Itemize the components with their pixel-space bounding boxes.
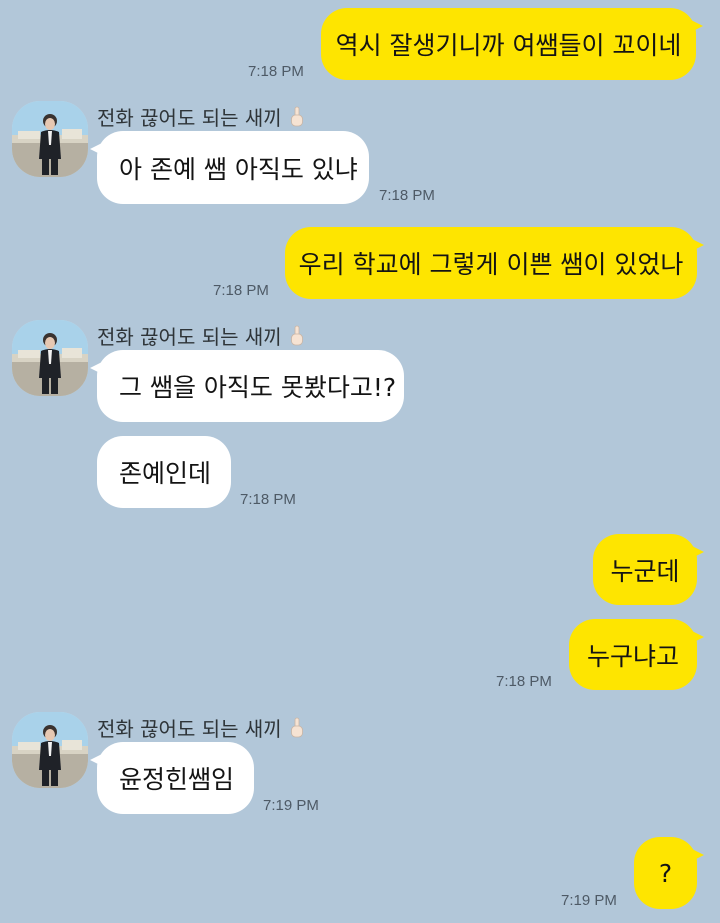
- contact-name-text: 전화 끊어도 되는 새끼: [97, 325, 282, 349]
- message-timestamp: 7:19 PM: [561, 892, 617, 909]
- contact-name-text: 전화 끊어도 되는 새끼: [97, 106, 282, 130]
- message-text: ?: [658, 858, 673, 888]
- message-bubble-sent[interactable]: 누군데: [593, 534, 704, 605]
- message-timestamp: 7:18 PM: [496, 673, 552, 690]
- contact-avatar[interactable]: [12, 101, 88, 177]
- contact-name: 전화 끊어도 되는 새끼: [97, 321, 304, 350]
- message-timestamp: 7:18 PM: [240, 491, 296, 508]
- message-timestamp: 7:18 PM: [379, 187, 435, 204]
- message-bubble-received[interactable]: 윤정힌쌤임: [90, 742, 254, 814]
- message-bubble-sent[interactable]: ?: [634, 837, 704, 909]
- message-text: 누구냐고: [586, 641, 679, 671]
- message-bubble-sent[interactable]: 우리 학교에 그렇게 이쁜 쌤이 있었나: [285, 227, 704, 299]
- message-timestamp: 7:19 PM: [263, 797, 319, 814]
- message-bubble-sent[interactable]: 누구냐고: [569, 619, 704, 690]
- message-timestamp: 7:18 PM: [213, 282, 269, 299]
- message-text: 존예인데: [119, 459, 212, 488]
- contact-name-text: 전화 끊어도 되는 새끼: [97, 717, 282, 741]
- contact-avatar[interactable]: [12, 320, 88, 396]
- middle-finger-icon: [290, 106, 304, 128]
- message-bubble-received[interactable]: 그 쌤을 아직도 못봤다고!?: [90, 350, 404, 422]
- contact-name: 전화 끊어도 되는 새끼: [97, 713, 304, 742]
- message-text: 그 쌤을 아직도 못봤다고!?: [119, 373, 397, 402]
- middle-finger-icon: [290, 325, 304, 347]
- message-text: 윤정힌쌤임: [119, 765, 235, 794]
- message-text: 역시 잘생기니까 여쌤들이 꼬이네: [335, 31, 682, 60]
- message-bubble-received[interactable]: 아 존예 쌤 아직도 있냐: [90, 131, 369, 204]
- message-bubble-sent[interactable]: 역시 잘생기니까 여쌤들이 꼬이네: [321, 8, 703, 80]
- message-timestamp: 7:18 PM: [248, 63, 304, 80]
- contact-avatar[interactable]: [12, 712, 88, 788]
- middle-finger-icon: [290, 717, 304, 739]
- message-bubble-received[interactable]: 존예인데: [97, 436, 231, 508]
- contact-name: 전화 끊어도 되는 새끼: [97, 102, 304, 131]
- message-text: 아 존예 쌤 아직도 있냐: [119, 154, 358, 184]
- message-text: 누군데: [610, 556, 680, 586]
- message-text: 우리 학교에 그렇게 이쁜 쌤이 있었나: [298, 250, 684, 279]
